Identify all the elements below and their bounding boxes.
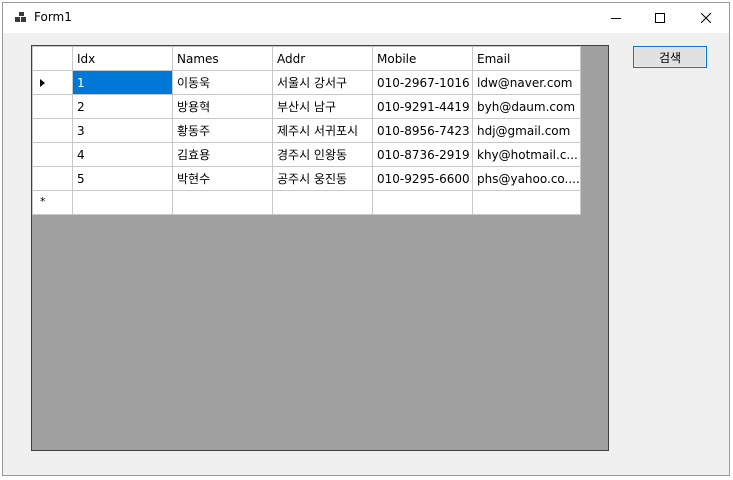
close-icon	[701, 13, 711, 23]
row-header[interactable]	[32, 142, 73, 167]
data-grid-table: Idx Names Addr Mobile Email 1 이동욱 서울시 강서…	[32, 46, 581, 215]
maximize-icon	[655, 13, 665, 23]
table-row[interactable]: 5 박현수 공주시 웅진동 010-9295-6600 phs@yahoo.co…	[32, 166, 581, 191]
grid-cell-empty[interactable]	[372, 190, 473, 215]
current-row-arrow-icon	[40, 79, 45, 87]
row-header[interactable]	[32, 94, 73, 119]
new-row-marker: *	[40, 195, 46, 208]
title-bar[interactable]: Form1	[3, 3, 729, 33]
grid-cell-name[interactable]: 김효용	[172, 142, 273, 167]
grid-cell-name[interactable]: 이동욱	[172, 70, 273, 95]
grid-cell-idx[interactable]: 3	[72, 118, 173, 143]
grid-corner-header[interactable]	[32, 46, 73, 71]
table-row[interactable]: 2 방용혁 부산시 남구 010-9291-4419 byh@daum.com	[32, 94, 581, 119]
grid-cell-addr[interactable]: 서울시 강서구	[272, 70, 373, 95]
grid-cell-email[interactable]: khy@hotmail.c...	[472, 142, 581, 167]
grid-cell-mobile[interactable]: 010-9291-4419	[372, 94, 473, 119]
grid-cell-empty[interactable]	[72, 190, 173, 215]
window-title: Form1	[34, 10, 72, 24]
grid-cell-idx[interactable]: 5	[72, 166, 173, 191]
column-header-email[interactable]: Email	[472, 46, 581, 71]
app-icon	[15, 12, 27, 24]
new-row-header[interactable]: *	[32, 190, 73, 215]
grid-cell-addr[interactable]: 공주시 웅진동	[272, 166, 373, 191]
grid-cell-addr[interactable]: 경주시 인왕동	[272, 142, 373, 167]
grid-cell-idx[interactable]: 4	[72, 142, 173, 167]
maximize-button[interactable]	[637, 3, 683, 33]
grid-cell-empty[interactable]	[172, 190, 273, 215]
column-header-addr[interactable]: Addr	[272, 46, 373, 71]
grid-cell-name[interactable]: 박현수	[172, 166, 273, 191]
close-button[interactable]	[683, 3, 729, 33]
table-row[interactable]: 1 이동욱 서울시 강서구 010-2967-1016 ldw@naver.co…	[32, 70, 581, 95]
main-window: Form1 Idx Names Addr Mobile Email 1 이동욱 …	[2, 2, 730, 476]
table-row[interactable]: 4 김효용 경주시 인왕동 010-8736-2919 khy@hotmail.…	[32, 142, 581, 167]
minimize-button[interactable]	[593, 3, 639, 33]
grid-cell-addr[interactable]: 제주시 서귀포시	[272, 118, 373, 143]
grid-cell-addr[interactable]: 부산시 남구	[272, 94, 373, 119]
data-grid-view[interactable]: Idx Names Addr Mobile Email 1 이동욱 서울시 강서…	[31, 45, 609, 451]
column-header-idx[interactable]: Idx	[72, 46, 173, 71]
row-header[interactable]	[32, 70, 73, 95]
grid-cell-mobile[interactable]: 010-2967-1016	[372, 70, 473, 95]
grid-cell-empty[interactable]	[272, 190, 373, 215]
grid-cell-name[interactable]: 방용혁	[172, 94, 273, 119]
grid-cell-email[interactable]: byh@daum.com	[472, 94, 581, 119]
row-header[interactable]	[32, 166, 73, 191]
grid-cell-mobile[interactable]: 010-8956-7423	[372, 118, 473, 143]
column-header-names[interactable]: Names	[172, 46, 273, 71]
grid-cell-mobile[interactable]: 010-9295-6600	[372, 166, 473, 191]
grid-cell-empty[interactable]	[472, 190, 581, 215]
search-button[interactable]: 검색	[633, 46, 707, 68]
table-row[interactable]: 3 황동주 제주시 서귀포시 010-8956-7423 hdj@gmail.c…	[32, 118, 581, 143]
grid-cell-mobile[interactable]: 010-8736-2919	[372, 142, 473, 167]
grid-cell-name[interactable]: 황동주	[172, 118, 273, 143]
grid-cell-idx[interactable]: 2	[72, 94, 173, 119]
grid-cell-email[interactable]: phs@yahoo.co....	[472, 166, 581, 191]
column-header-mobile[interactable]: Mobile	[372, 46, 473, 71]
new-row[interactable]: *	[32, 190, 581, 215]
grid-cell-idx[interactable]: 1	[72, 70, 173, 95]
row-header[interactable]	[32, 118, 73, 143]
grid-cell-email[interactable]: ldw@naver.com	[472, 70, 581, 95]
grid-cell-email[interactable]: hdj@gmail.com	[472, 118, 581, 143]
grid-header-row: Idx Names Addr Mobile Email	[32, 46, 581, 71]
minimize-icon	[611, 18, 621, 19]
